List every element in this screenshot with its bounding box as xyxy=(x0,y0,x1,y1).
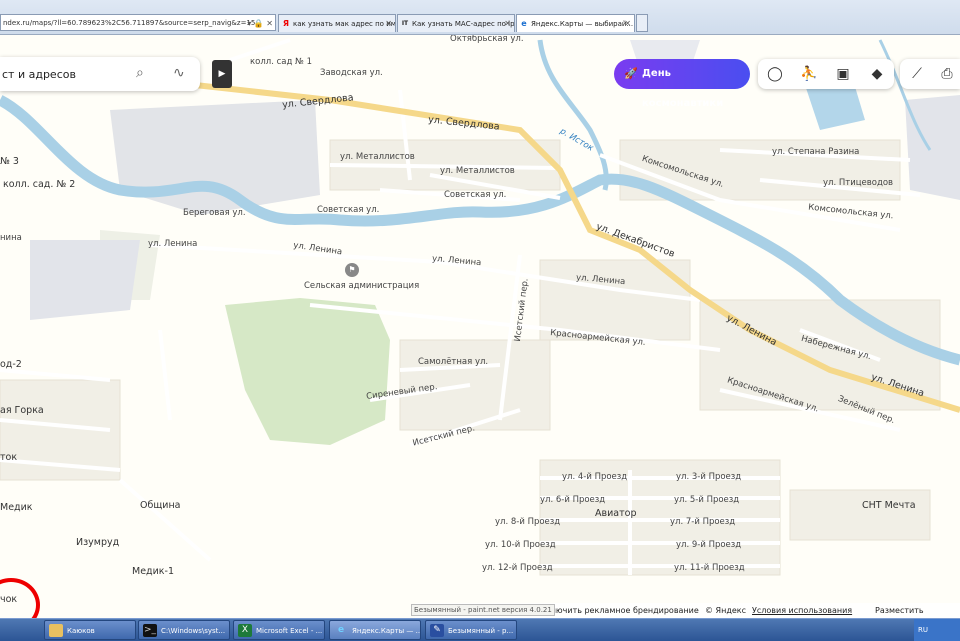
street-label: ул. 5-й Проезд xyxy=(674,495,740,505)
yandex-favicon-icon: Я xyxy=(282,19,290,28)
street-label: ул. 8-й Проезд xyxy=(495,517,561,527)
folder-icon xyxy=(49,624,63,637)
area-label: Община xyxy=(140,500,181,511)
taskbar-item-label: Microsoft Excel - ... xyxy=(256,627,323,635)
street-label: Самолётная ул. xyxy=(418,357,489,367)
area-label: Изумруд xyxy=(76,537,120,548)
ruler-icon[interactable]: ⟋ xyxy=(900,59,934,89)
ie-favicon-icon: e xyxy=(521,19,527,28)
map-layers-controls: ◯ ⛹ ▣ ◆ xyxy=(758,59,894,89)
street-label: ул. 9-й Проезд xyxy=(676,540,742,550)
street-label: Береговая ул. xyxy=(183,208,246,218)
rocket-icon: 🚀 xyxy=(624,67,638,80)
street-label: колл. сад № 1 xyxy=(250,57,313,67)
street-label: ул. 4-й Проезд xyxy=(562,472,628,482)
paint-icon: ✎ xyxy=(430,624,444,637)
browser-tab-2[interactable]: IT Как узнать МАС-адрес по ip-... ✕ xyxy=(397,14,515,32)
disable-ads-link[interactable]: Отключить рекламное брендирование xyxy=(535,603,699,618)
street-label: ул. Птицеводов xyxy=(823,178,894,188)
map-canvas[interactable]: колл. сад № 1 Заводская ул. Октябрьская … xyxy=(0,35,960,618)
collapse-panel-button[interactable]: ▶ xyxy=(212,60,232,88)
tab-close-icon[interactable]: ✕ xyxy=(624,15,631,32)
street-label: Заводская ул. xyxy=(320,68,383,78)
street-label: ул. 7-й Проезд xyxy=(670,517,736,527)
area-label: Медик xyxy=(0,502,33,513)
taskbar-item-paint[interactable]: ✎ Безымянный - р... xyxy=(425,620,517,640)
taskbar-item-label: Безымянный - р... xyxy=(448,627,514,635)
street-label: ул. 11-й Проезд xyxy=(674,563,745,573)
site-favicon-icon: IT xyxy=(401,20,409,27)
transport-icon[interactable]: ▣ xyxy=(826,59,860,89)
address-bar[interactable]: ndex.ru/maps/?ll=60.789623%2C56.711897&s… xyxy=(0,14,276,31)
poi-label[interactable]: Сельская администрация xyxy=(304,281,419,291)
street-label: ул. 3-й Проезд xyxy=(676,472,742,482)
street-label: Советская ул. xyxy=(444,190,507,200)
area-label: Авиатор xyxy=(595,508,637,519)
area-label: од-2 xyxy=(0,359,22,370)
promo-button[interactable]: 🚀 День космонавтики xyxy=(614,59,750,109)
browser-toolbar: ndex.ru/maps/?ll=60.789623%2C56.711897&s… xyxy=(0,0,960,35)
taskbar-item-label: Каюков xyxy=(67,627,95,635)
panorama-icon[interactable]: ⛹ xyxy=(792,59,826,89)
tab-label: Как узнать МАС-адрес по ip-... xyxy=(412,20,515,28)
area-label: Медик-1 xyxy=(132,566,174,577)
ie-icon: e xyxy=(337,625,345,635)
print-icon[interactable]: ⎙ xyxy=(930,59,960,89)
area-label: ая Горка xyxy=(0,405,44,416)
terms-link[interactable]: Условия использования xyxy=(752,603,852,618)
area-label: СНТ Мечта xyxy=(862,500,916,511)
street-label: ул. 10-й Проезд xyxy=(485,540,556,550)
search-input[interactable]: ст и адресов xyxy=(2,68,76,81)
address-controls-icon[interactable]: ▾ 🔒 ✕ xyxy=(247,15,273,30)
tab-close-icon[interactable]: ✕ xyxy=(504,15,511,32)
browser-tab-3[interactable]: e Яндекс.Карты — выбирай... ✕ xyxy=(516,14,635,32)
street-label: ул. 12-й Проезд xyxy=(482,563,553,573)
area-label: ток xyxy=(0,452,18,463)
search-icon[interactable]: ⌕ xyxy=(136,65,144,81)
new-tab-button[interactable] xyxy=(636,14,648,32)
street-label: ул. Степана Разина xyxy=(772,147,860,157)
promo-label: День космонавтики xyxy=(642,68,724,109)
street-label: колл. сад. № 2 xyxy=(3,179,76,190)
map-tools-controls: ⟋ ⎙ xyxy=(900,59,960,89)
flag-icon[interactable]: ⚑ xyxy=(345,263,359,277)
system-tray: RU xyxy=(914,619,960,641)
console-icon: >_ xyxy=(143,624,157,637)
search-box[interactable]: ст и адресов ⌕ ∿ xyxy=(0,57,200,91)
windows-taskbar: Каюков >_ C:\Windows\syst... X Microsoft E… xyxy=(0,618,960,641)
street-label: ул. Ленина xyxy=(148,239,198,249)
taskbar-item-excel[interactable]: X Microsoft Excel - ... xyxy=(233,620,325,640)
language-indicator[interactable]: RU xyxy=(918,626,928,634)
street-label: ул. Металлистов xyxy=(340,152,415,162)
browser-tab-1[interactable]: Якак узнать мак адрес по име... ✕ xyxy=(278,14,396,32)
street-label: нина xyxy=(0,233,22,243)
street-label: Советская ул. xyxy=(317,205,380,215)
taskbar-item-browser[interactable]: e Яндекс.Карты — ... xyxy=(329,620,421,640)
copyright-text: © Яндекс xyxy=(705,606,747,615)
street-label: Октябрьская ул. xyxy=(450,35,524,44)
layers-icon[interactable]: ◆ xyxy=(860,59,894,89)
route-icon[interactable]: ∿ xyxy=(173,65,185,81)
taskbar-item-label: Яндекс.Карты — ... xyxy=(352,627,421,635)
taskbar-tooltip: Безымянный - paint.net версия 4.0.21 xyxy=(411,604,555,616)
tab-label: как узнать мак адрес по име... xyxy=(293,20,396,28)
traffic-icon[interactable]: ◯ xyxy=(758,59,792,89)
taskbar-item-label: C:\Windows\syst... xyxy=(161,627,226,635)
street-label: № 3 xyxy=(0,156,19,167)
excel-icon: X xyxy=(238,624,252,637)
street-label: ул. 6-й Проезд xyxy=(540,495,606,505)
address-text: ndex.ru/maps/?ll=60.789623%2C56.711897&s… xyxy=(3,19,256,27)
street-label: ул. Металлистов xyxy=(440,166,515,176)
tab-label: Яндекс.Карты — выбирай... xyxy=(531,20,634,28)
taskbar-item-folder[interactable]: Каюков xyxy=(44,620,136,640)
tab-close-icon[interactable]: ✕ xyxy=(385,15,392,32)
taskbar-item-console[interactable]: >_ C:\Windows\syst... xyxy=(138,620,230,640)
